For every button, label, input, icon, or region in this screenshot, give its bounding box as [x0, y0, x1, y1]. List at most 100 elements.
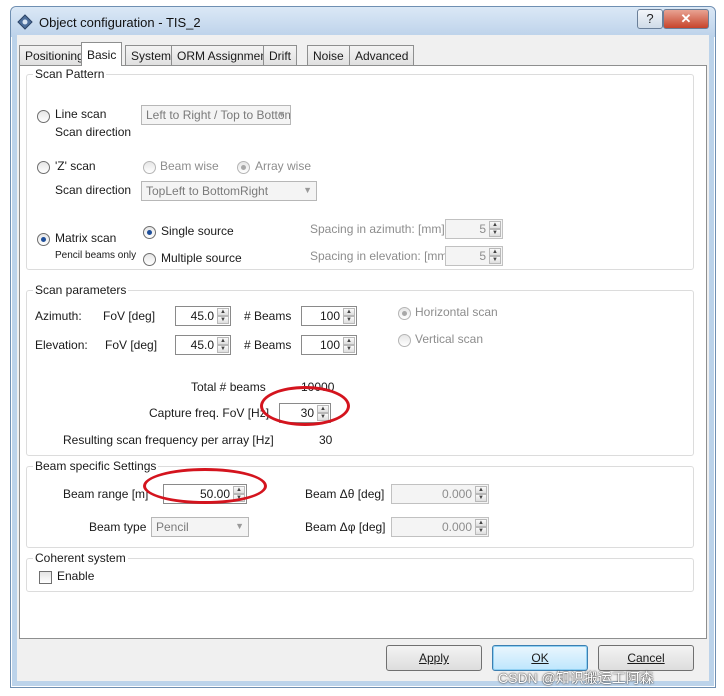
- line-scan-radio[interactable]: [37, 110, 50, 123]
- scan-parameters-title: Scan parameters: [33, 283, 129, 297]
- multiple-source-radio[interactable]: [143, 253, 156, 266]
- apply-label: Apply: [418, 651, 450, 665]
- line-scan-label: Line scan: [55, 107, 107, 121]
- capture-freq-label: Capture freq. FoV [Hz]: [149, 406, 270, 420]
- beam-delta-phi-input[interactable]: 0.000 ▲ ▼: [391, 517, 489, 537]
- tab-system[interactable]: System: [125, 45, 178, 65]
- horizontal-scan-label: Horizontal scan: [415, 305, 498, 319]
- beam-settings-group: Beam specific Settings Beam range [m] 50…: [26, 459, 694, 548]
- spacing-azimuth-input[interactable]: 5 ▲ ▼: [445, 219, 503, 239]
- chevron-down-icon: ▼: [235, 521, 244, 531]
- beam-wise-radio[interactable]: [143, 161, 156, 174]
- title-bar[interactable]: Object configuration - TIS_2 ? ✕: [11, 7, 715, 37]
- spacing-azimuth-label: Spacing in azimuth: [mm]: [310, 222, 445, 236]
- z-scan-direction-value: TopLeft to BottomRight: [146, 184, 269, 198]
- z-scan-radio[interactable]: [37, 161, 50, 174]
- spin-up-icon[interactable]: ▲: [489, 221, 501, 229]
- tab-positioning[interactable]: Positioning: [19, 45, 90, 65]
- azimuth-beams-label: # Beams: [244, 309, 292, 323]
- ok-label: OK: [531, 651, 549, 665]
- capture-freq-value: 30: [300, 406, 314, 420]
- spin-down-icon[interactable]: ▼: [475, 527, 487, 535]
- beam-settings-title: Beam specific Settings: [33, 459, 159, 473]
- beam-delta-phi-label: Beam Δφ [deg]: [305, 520, 386, 534]
- tab-drift[interactable]: Drift: [263, 45, 297, 65]
- matrix-scan-radio[interactable]: [37, 233, 50, 246]
- azimuth-beams-value: 100: [319, 309, 340, 323]
- spin-down-icon[interactable]: ▼: [489, 229, 501, 237]
- enable-checkbox[interactable]: [39, 571, 52, 584]
- beam-range-value: 50.00: [199, 487, 230, 501]
- single-source-label: Single source: [161, 224, 234, 238]
- dialog-window: Object configuration - TIS_2 ? ✕ Positio…: [10, 6, 716, 688]
- elevation-beams-label: # Beams: [244, 338, 292, 352]
- spin-down-icon[interactable]: ▼: [489, 256, 501, 264]
- beam-delta-theta-value: 0.000: [441, 487, 472, 501]
- spin-up-icon[interactable]: ▲: [489, 248, 501, 256]
- azimuth-fov-value: 45.0: [190, 309, 214, 323]
- spacing-elevation-input[interactable]: 5 ▲ ▼: [445, 246, 503, 266]
- spin-up-icon[interactable]: ▲: [475, 486, 487, 494]
- help-button[interactable]: ?: [637, 9, 663, 29]
- spacing-elevation-label: Spacing in elevation: [mm]: [310, 249, 451, 263]
- spin-up-icon[interactable]: ▲: [233, 486, 245, 494]
- tab-advanced[interactable]: Advanced: [349, 45, 415, 65]
- elevation-beams-input[interactable]: 100 ▲ ▼: [301, 335, 357, 355]
- beam-type-value: Pencil: [156, 520, 189, 534]
- total-beams-value: 10000: [301, 380, 335, 394]
- tab-noise[interactable]: Noise: [307, 45, 350, 65]
- single-source-radio[interactable]: [143, 226, 156, 239]
- csdn-watermark: CSDN @知识搬运工阿森: [498, 670, 654, 686]
- matrix-scan-note: Pencil beams only: [55, 250, 137, 261]
- spin-up-icon[interactable]: ▲: [217, 337, 229, 345]
- dialog-client: Positioning Basic System ORM Assignment …: [17, 35, 709, 681]
- close-button[interactable]: ✕: [663, 9, 709, 29]
- coherent-system-title: Coherent system: [33, 551, 128, 565]
- beam-range-label: Beam range [m]: [63, 487, 149, 501]
- beam-range-input[interactable]: 50.00 ▲ ▼: [163, 484, 247, 504]
- chevron-down-icon: ▼: [303, 185, 312, 195]
- elevation-label: Elevation:: [35, 338, 88, 352]
- total-beams-label: Total # beams: [191, 380, 266, 394]
- beam-type-label: Beam type: [89, 520, 147, 534]
- tab-basic[interactable]: Basic: [81, 42, 123, 66]
- spin-up-icon[interactable]: ▲: [317, 405, 329, 413]
- spin-up-icon[interactable]: ▲: [343, 308, 355, 316]
- horizontal-scan-radio[interactable]: [398, 307, 411, 320]
- tab-orm-assignment[interactable]: ORM Assignment: [171, 45, 277, 65]
- elevation-beams-value: 100: [319, 338, 340, 352]
- spin-up-icon[interactable]: ▲: [217, 308, 229, 316]
- enable-label: Enable: [57, 569, 95, 583]
- spin-down-icon[interactable]: ▼: [475, 494, 487, 502]
- chevron-down-icon: ▼: [277, 109, 286, 119]
- azimuth-label: Azimuth:: [35, 309, 82, 323]
- cancel-label: Cancel: [627, 651, 665, 665]
- spin-down-icon[interactable]: ▼: [217, 345, 229, 353]
- array-wise-radio[interactable]: [237, 161, 250, 174]
- spin-down-icon[interactable]: ▼: [233, 494, 245, 502]
- spin-down-icon[interactable]: ▼: [217, 316, 229, 324]
- scan-parameters-group: Scan parameters Azimuth: FoV [deg] 45.0 …: [26, 283, 694, 456]
- coherent-system-group: Coherent system Enable: [26, 551, 694, 592]
- matrix-scan-label: Matrix scan: [55, 231, 117, 245]
- azimuth-fov-input[interactable]: 45.0 ▲ ▼: [175, 306, 231, 326]
- spin-up-icon[interactable]: ▲: [343, 337, 355, 345]
- apply-button[interactable]: Apply: [386, 645, 482, 671]
- z-scan-direction-select[interactable]: TopLeft to BottomRight ▼: [141, 181, 317, 201]
- spin-down-icon[interactable]: ▼: [343, 345, 355, 353]
- vertical-scan-radio[interactable]: [398, 334, 411, 347]
- line-scan-direction-select[interactable]: Left to Right / Top to Bottom ▼: [141, 105, 291, 125]
- app-icon: [17, 14, 33, 30]
- beam-type-select[interactable]: Pencil ▼: [151, 517, 249, 537]
- resulting-freq-value: 30: [319, 433, 333, 447]
- beam-delta-theta-input[interactable]: 0.000 ▲ ▼: [391, 484, 489, 504]
- scan-pattern-title: Scan Pattern: [33, 67, 107, 81]
- spin-down-icon[interactable]: ▼: [317, 413, 329, 421]
- azimuth-beams-input[interactable]: 100 ▲ ▼: [301, 306, 357, 326]
- spin-down-icon[interactable]: ▼: [343, 316, 355, 324]
- array-wise-label: Array wise: [255, 159, 312, 173]
- elevation-fov-input[interactable]: 45.0 ▲ ▼: [175, 335, 231, 355]
- capture-freq-input[interactable]: 30 ▲ ▼: [279, 403, 331, 423]
- spin-up-icon[interactable]: ▲: [475, 519, 487, 527]
- scan-pattern-group: Scan Pattern Line scan Scan direction Le…: [26, 67, 694, 270]
